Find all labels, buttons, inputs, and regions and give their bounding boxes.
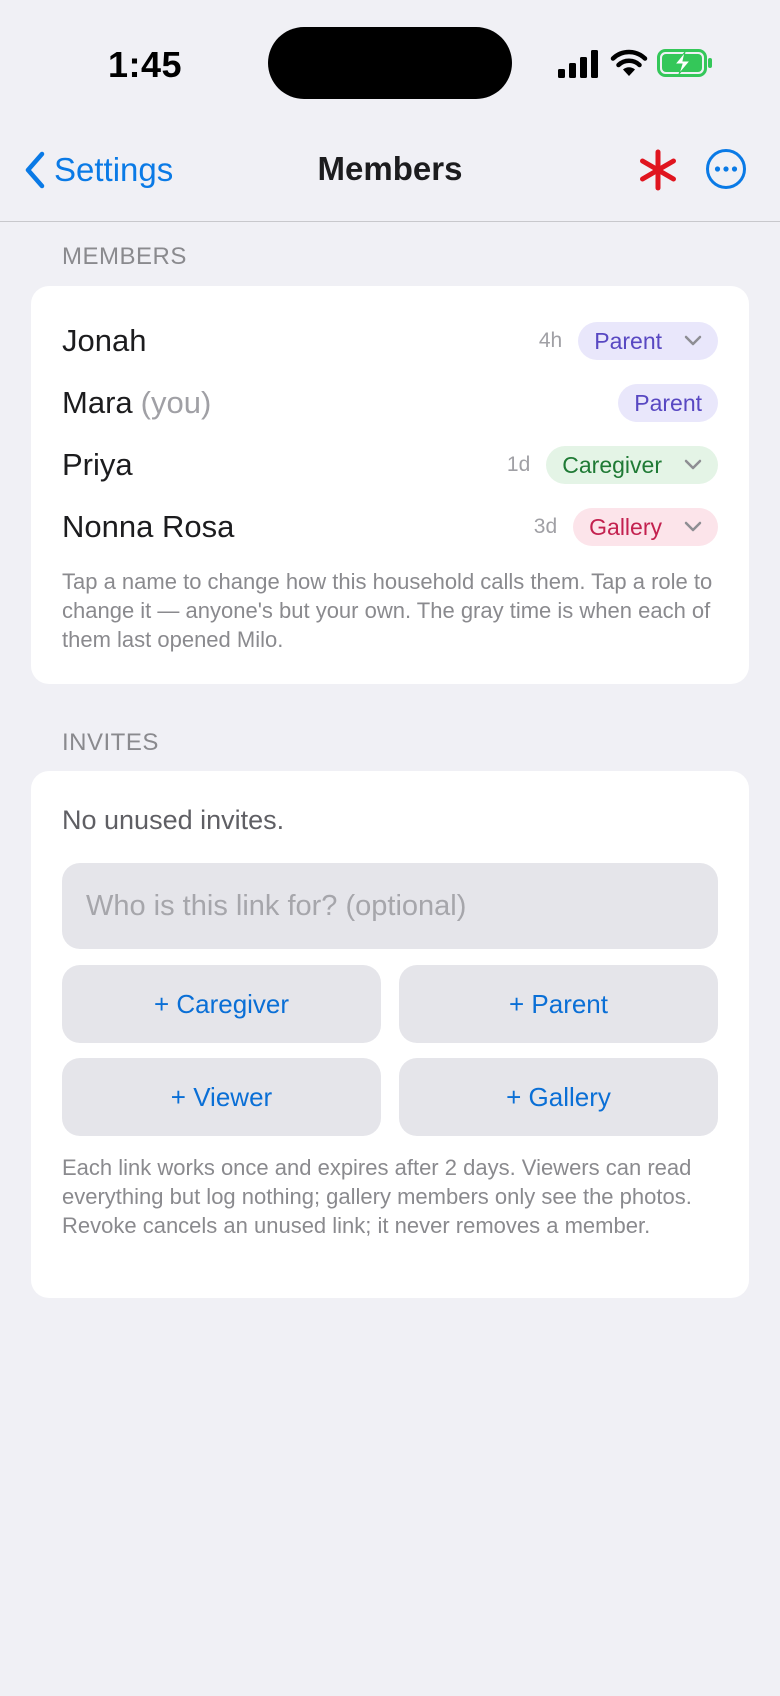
member-name: Nonna Rosa [62,509,235,544]
invite-parent-button[interactable]: + Parent [399,965,718,1043]
cellular-signal-icon [558,50,598,78]
member-row-nonna-rosa[interactable]: Nonna Rosa 3d Gallery [62,507,718,547]
invite-viewer-button[interactable]: + Viewer [62,1058,381,1136]
role-dropdown[interactable]: Caregiver [546,446,718,484]
chevron-down-icon [684,459,702,470]
invite-caregiver-button[interactable]: + Caregiver [62,965,381,1043]
role-dropdown[interactable]: Gallery [573,508,718,546]
role-label: Parent [594,327,662,354]
back-button[interactable]: Settings [24,148,173,192]
members-section-header: MEMBERS [62,243,187,270]
asterisk-icon[interactable] [636,148,680,192]
dynamic-island [268,27,512,99]
member-row-mara[interactable]: Mara (you) Parent [62,383,718,423]
invites-section-header: INVITES [62,729,159,756]
member-name: Jonah [62,323,147,358]
members-footnote: Tap a name to change how this household … [62,569,713,652]
role-badge: Parent [618,384,718,422]
role-label: Gallery [589,513,662,540]
wifi-icon [610,49,648,76]
no-invites-text: No unused invites. [62,805,285,835]
invites-card: No unused invites. + Caregiver + Parent … [31,771,749,1298]
status-bar: 1:45 [0,0,780,120]
member-name: Mara [62,385,133,420]
chevron-left-icon [25,151,45,189]
more-options-icon[interactable] [705,148,747,190]
role-label: Parent [634,389,702,416]
member-name: Priya [62,447,133,482]
status-time: 1:45 [108,44,183,85]
current-user-tag: (you) [140,385,212,420]
last-opened-time: 4h [538,329,563,352]
role-dropdown[interactable]: Parent [578,322,718,360]
member-row-jonah[interactable]: Jonah 4h Parent [62,321,718,361]
member-row-priya[interactable]: Priya 1d Caregiver [62,445,718,485]
back-button-label: Settings [54,151,174,188]
invite-recipient-input[interactable] [62,863,718,949]
last-opened-time: 3d [533,515,558,538]
role-label: Caregiver [562,451,662,478]
last-opened-time: 1d [506,453,531,476]
chevron-down-icon [684,335,702,346]
members-card: Jonah 4h Parent Mara (you) Parent Priya … [31,286,749,684]
chevron-down-icon [684,521,702,532]
battery-charging-icon [657,49,712,77]
navigation-bar: Settings Members [0,130,780,222]
invites-footnote: Each link works once and expires after 2… [62,1155,692,1238]
invite-gallery-button[interactable]: + Gallery [399,1058,718,1136]
